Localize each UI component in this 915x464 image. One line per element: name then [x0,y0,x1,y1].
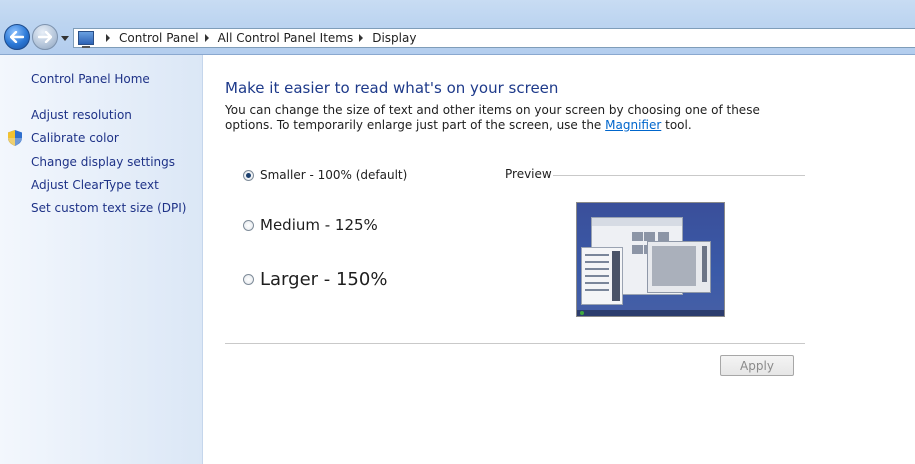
preview-image [576,202,725,317]
option-medium-label: Medium - 125% [260,216,378,234]
custom-text-size-link[interactable]: Set custom text size (DPI) [31,201,186,215]
preview-window-front [647,241,711,293]
preview-label: Preview [505,167,552,181]
radio-medium[interactable] [243,219,254,231]
option-smaller[interactable]: Smaller - 100% (default) [243,168,407,182]
chevron-down-icon [61,35,69,41]
description-text-end: tool. [665,118,692,132]
calibrate-color-link[interactable]: Calibrate color [31,131,119,145]
recent-pages-dropdown[interactable] [60,33,70,43]
option-smaller-label: Smaller - 100% (default) [260,168,408,182]
left-pane: Control Panel Home Adjust resolution Cal… [0,55,203,464]
change-display-settings-link[interactable]: Change display settings [31,155,175,169]
preview-divider [553,175,805,176]
radio-larger[interactable] [243,274,254,285]
address-bar[interactable]: Control Panel All Control Panel Items Di… [73,28,915,48]
preview-taskbar [577,310,724,316]
adjust-resolution-link[interactable]: Adjust resolution [31,108,132,122]
page-description: You can change the size of text and othe… [225,103,765,133]
option-larger[interactable]: Larger - 150% [243,269,387,290]
arrow-left-icon [10,31,24,43]
option-medium[interactable]: Medium - 125% [243,216,378,234]
breadcrumb-control-panel[interactable]: Control Panel [119,31,199,45]
breadcrumb-all-items[interactable]: All Control Panel Items [218,31,354,45]
radio-smaller[interactable] [243,169,254,181]
option-larger-label: Larger - 150% [260,269,388,290]
magnifier-link[interactable]: Magnifier [605,118,661,132]
control-panel-icon [78,31,94,48]
preview-start-button [580,311,584,315]
navigation-bar: Control Panel All Control Panel Items Di… [0,0,915,55]
divider [225,343,805,344]
apply-button[interactable]: Apply [720,355,794,376]
breadcrumb-arrow-icon[interactable] [359,34,364,42]
breadcrumb-arrow-icon[interactable] [106,34,110,42]
control-panel-home-link[interactable]: Control Panel Home [31,72,150,86]
shield-icon [8,130,22,146]
breadcrumb-display[interactable]: Display [372,31,416,45]
arrow-right-icon [38,31,52,43]
preview-window-list [581,247,623,305]
forward-button[interactable] [32,24,58,50]
adjust-cleartype-link[interactable]: Adjust ClearType text [31,178,159,192]
back-button[interactable] [4,24,30,50]
main-content: Make it easier to read what's on your sc… [203,55,915,464]
breadcrumb-arrow-icon[interactable] [204,34,209,42]
page-title: Make it easier to read what's on your sc… [225,79,559,97]
